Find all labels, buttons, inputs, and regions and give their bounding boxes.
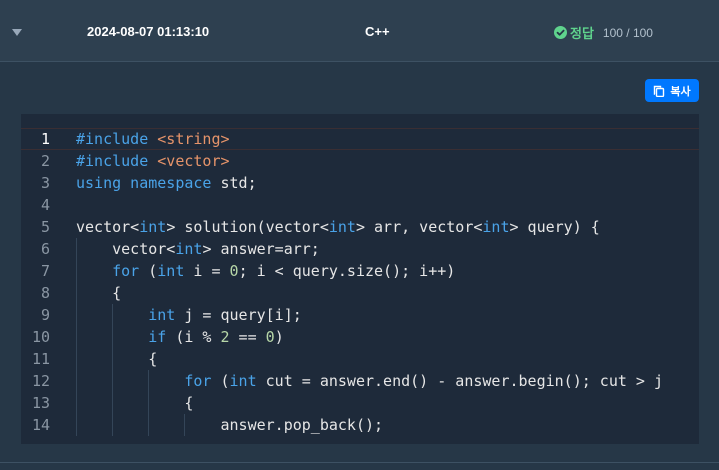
submission-language: C++ [365,24,390,39]
code-line: 7 for (int i = 0; i < query.size(); i++) [21,260,699,282]
submission-header[interactable]: 2024-08-07 01:13:10 C++ 정답 100 / 100 [0,0,719,62]
code-line: 11 { [21,348,699,370]
code-token: <string> [157,130,230,148]
code-token: > answer=arr; [202,240,320,258]
code-token: std; [220,174,257,192]
code-token: using namespace [76,174,221,192]
code-text: { [76,348,157,370]
copy-button[interactable]: 복사 [645,79,699,102]
line-number: 12 [31,372,50,390]
indent-guide [76,238,77,436]
line-number: 11 [31,350,50,368]
copy-icon [653,85,665,97]
code-line: 3 using namespace std; [21,172,699,194]
indent-guide [148,370,150,436]
code-line: 13 { [21,392,699,414]
code-token: { [76,394,194,412]
line-number: 4 [40,196,50,214]
line-number: 10 [31,328,50,346]
caret-down-icon[interactable] [12,29,22,36]
code-token: i = [184,262,230,280]
code-token: > solution(vector< [166,218,329,236]
code-token: ( [211,372,230,390]
code-text: if (i % 2 == 0) [76,326,284,348]
code-line: 5 vector<int> solution(vector<int> arr, v… [21,216,699,238]
code-token: cut = answer.end() - answer.begin(); cut… [256,372,664,390]
code-line: 6 vector<int> answer=arr; [21,238,699,260]
code-viewer[interactable]: 1 #include <string> 2 #include <vector> 3 usi… [21,114,699,444]
line-number: 3 [40,174,50,192]
copy-button-label: 복사 [670,85,691,98]
code-token: int [328,218,356,236]
line-number: 9 [40,306,50,324]
code-token: j = query[i]; [175,306,302,324]
submission-date: 2024-08-07 01:13:10 [87,24,210,39]
code-token: > arr, vector< [355,218,483,236]
code-text: { [76,392,193,414]
code-token: #include [76,130,158,148]
status-score: 100 / 100 [602,25,653,40]
line-number: 6 [40,240,50,258]
line-number: 8 [40,284,50,302]
code-token: int [157,262,185,280]
code-text: for (int cut = answer.end() - answer.beg… [76,370,663,392]
status-label: 정답 [570,26,594,41]
code-token: { [76,284,122,302]
code-token: for [184,372,212,390]
code-token: <vector> [157,152,230,170]
code-token: == [229,328,266,346]
code-line: 10 if (i % 2 == 0) [21,326,699,348]
code-token: 0 [265,328,275,346]
code-token: { [76,350,158,368]
code-token: int [148,306,176,324]
code-token: int [139,218,167,236]
code-line: 1 #include <string> [21,128,699,150]
check-circle-icon [554,26,567,39]
line-number: 13 [31,394,50,412]
code-token: ; i < query.size(); i++) [238,262,456,280]
indent-guide [184,414,186,436]
line-number: 2 [40,152,50,170]
code-text: #include <string> [76,129,230,149]
code-text: using namespace std; [76,172,257,194]
code-token: #include [76,152,158,170]
line-number: 5 [40,218,50,236]
code-token: ( [139,262,158,280]
code-token: 2 [220,328,230,346]
code-token: 0 [229,262,239,280]
code-line: 9 int j = query[i]; [21,304,699,326]
code-token: > query) { [509,218,600,236]
code-token: if [148,328,167,346]
code-token: int [229,372,257,390]
code-token: ) [274,328,284,346]
code-line: 14 answer.pop_back(); [21,414,699,436]
code-line: 2 #include <vector> [21,150,699,172]
code-token: int [175,240,203,258]
line-number: 7 [40,262,50,280]
code-line: 12 for (int cut = answer.end() - answer.… [21,370,699,392]
code-text: vector<int> solution(vector<int> arr, ve… [76,216,600,238]
submission-status: 정답 100 / 100 [554,23,653,42]
code-token: answer.pop_back(); [76,416,384,434]
code-text: answer.pop_back(); [76,414,383,436]
code-text: #include <vector> [76,150,230,172]
code-token: vector< [76,218,140,236]
code-text: { [76,282,121,304]
code-text: vector<int> answer=arr; [76,238,320,260]
code-token: vector< [76,240,176,258]
code-token: for [112,262,140,280]
code-line: 8 { [21,282,699,304]
code-line: 4 [21,194,699,216]
code-text: for (int i = 0; i < query.size(); i++) [76,260,455,282]
code-token: int [482,218,510,236]
divider [0,462,719,463]
indent-guide [112,304,114,436]
line-number: 14 [31,416,50,434]
line-number: 1 [40,130,50,148]
code-token: (i % [166,328,221,346]
code-text: int j = query[i]; [76,304,302,326]
